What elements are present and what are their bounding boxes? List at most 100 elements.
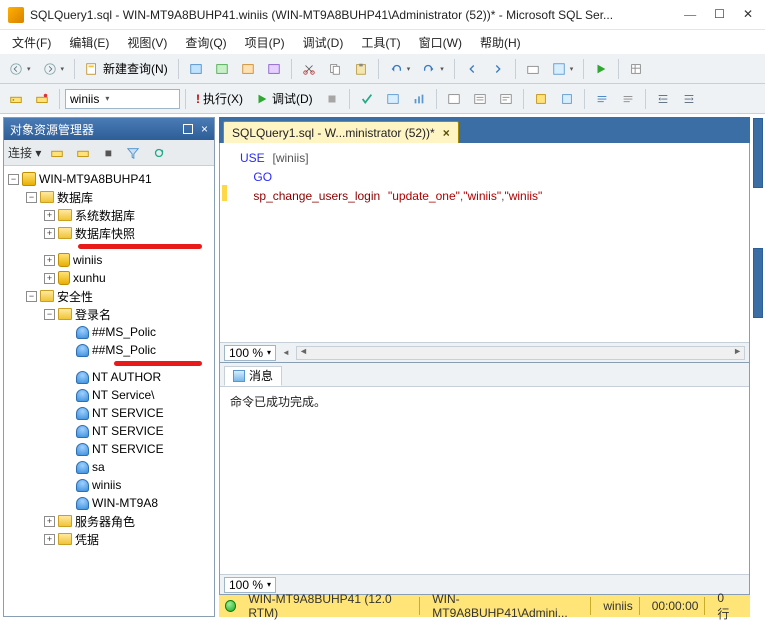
menu-debug[interactable]: 调试(D): [295, 32, 352, 53]
result-message: 命令已成功完成。: [230, 395, 326, 409]
tree-login-item[interactable]: WIN-MT9A8: [62, 494, 212, 512]
redo-button[interactable]: ▾: [417, 58, 449, 80]
messages-body[interactable]: 命令已成功完成。: [220, 387, 749, 574]
menu-query[interactable]: 查询(Q): [177, 32, 234, 53]
tree-credentials[interactable]: +凭据: [44, 530, 212, 548]
tree-login-item[interactable]: NT SERVICE: [62, 440, 212, 458]
results-zoom-bar: 100 %▾: [220, 574, 749, 594]
close-button[interactable]: ✕: [743, 7, 753, 22]
tb2-btn-a[interactable]: [442, 88, 466, 110]
menu-tools[interactable]: 工具(T): [353, 32, 408, 53]
tree-logins[interactable]: −登录名: [44, 305, 212, 323]
splitter-icon[interactable]: ◄: [282, 348, 290, 357]
user-icon: [76, 443, 89, 456]
menu-help[interactable]: 帮助(H): [472, 32, 529, 53]
tree-login-item[interactable]: NT AUTHOR: [62, 368, 212, 386]
tb-btn-2[interactable]: [210, 58, 234, 80]
annotation-redline: [78, 244, 202, 249]
tree-login-item[interactable]: sa: [62, 458, 212, 476]
nav-right-button[interactable]: [486, 58, 510, 80]
oe-refresh-button[interactable]: [147, 142, 171, 164]
minimize-button[interactable]: —: [684, 7, 696, 22]
oe-btn-2[interactable]: [71, 142, 95, 164]
tb-btn-a[interactable]: [521, 58, 545, 80]
tree-login-item[interactable]: winiis: [62, 476, 212, 494]
menu-window[interactable]: 窗口(W): [411, 32, 470, 53]
server-icon: [22, 172, 36, 186]
oe-btn-3[interactable]: ■: [97, 142, 119, 164]
menu-view[interactable]: 视图(V): [119, 32, 175, 53]
connect-button[interactable]: [4, 88, 28, 110]
oe-filter-button[interactable]: [121, 142, 145, 164]
tb-btn-b[interactable]: ▾: [547, 58, 579, 80]
folder-icon: [58, 227, 72, 239]
comment-button[interactable]: [590, 88, 614, 110]
editor-hscroll[interactable]: [296, 346, 745, 360]
tb-btn-1[interactable]: [184, 58, 208, 80]
tree-databases[interactable]: −数据库: [26, 188, 212, 206]
tree-login-item[interactable]: ##MS_Polic: [62, 341, 212, 359]
maximize-button[interactable]: ☐: [714, 7, 725, 22]
cut-button[interactable]: [297, 58, 321, 80]
editor-zoom-select[interactable]: 100 %▾: [224, 345, 276, 361]
tree-sys-db[interactable]: +系统数据库: [44, 206, 212, 224]
tree-login-item[interactable]: NT SERVICE: [62, 404, 212, 422]
panel-close-button[interactable]: ×: [201, 122, 208, 136]
tb-btn-4[interactable]: [262, 58, 286, 80]
collapsed-panel-2[interactable]: [753, 248, 763, 318]
copy-button[interactable]: [323, 58, 347, 80]
change-connection-button[interactable]: [30, 88, 54, 110]
oe-btn-1[interactable]: [45, 142, 69, 164]
uncomment-button[interactable]: [616, 88, 640, 110]
object-explorer-panel: 对象资源管理器 × 连接 ▾ ■ −WIN-MT9A8BUHP41 −数据库: [3, 117, 215, 617]
results-zoom-select[interactable]: 100 %▾: [224, 577, 276, 593]
new-query-button[interactable]: 新建查询(N): [80, 58, 173, 80]
tab-close-button[interactable]: ×: [443, 126, 450, 140]
collapsed-panel-1[interactable]: [753, 118, 763, 188]
forward-button[interactable]: ▾: [38, 58, 70, 80]
tree-server-roles[interactable]: +服务器角色: [44, 512, 212, 530]
pin-icon[interactable]: [183, 124, 193, 134]
menu-file[interactable]: 文件(F): [4, 32, 59, 53]
messages-tab[interactable]: 消息: [224, 366, 282, 386]
run-fast-icon[interactable]: [589, 58, 613, 80]
user-icon: [76, 371, 89, 384]
tb2-btn-b[interactable]: [468, 88, 492, 110]
tb-btn-3[interactable]: [236, 58, 260, 80]
user-icon: [76, 389, 89, 402]
back-button[interactable]: ▾: [4, 58, 36, 80]
tree-db-snapshots[interactable]: +数据库快照: [44, 224, 212, 242]
tree-login-item[interactable]: ##MS_Polic: [62, 323, 212, 341]
paste-button[interactable]: [349, 58, 373, 80]
tb2-btn-d[interactable]: [529, 88, 553, 110]
tree-login-item[interactable]: NT Service\: [62, 386, 212, 404]
tree-server-node[interactable]: −WIN-MT9A8BUHP41: [8, 170, 212, 188]
object-explorer-tree[interactable]: −WIN-MT9A8BUHP41 −数据库 +系统数据库 +数据库快照 +win…: [4, 166, 214, 616]
tree-login-item[interactable]: NT SERVICE: [62, 422, 212, 440]
stats-button[interactable]: [407, 88, 431, 110]
tree-db-winiis[interactable]: +winiis: [44, 251, 212, 269]
indent-button[interactable]: [651, 88, 675, 110]
undo-button[interactable]: ▾: [384, 58, 416, 80]
annotation-redline: [114, 361, 202, 366]
connect-dropdown[interactable]: 连接 ▾: [8, 144, 41, 161]
document-tab[interactable]: SQLQuery1.sql - W...ministrator (52))* ×: [223, 121, 459, 143]
tb-btn-c[interactable]: [624, 58, 648, 80]
execute-button[interactable]: ! 执行(X): [191, 88, 248, 110]
tree-security[interactable]: −安全性: [26, 287, 212, 305]
tb2-btn-c[interactable]: [494, 88, 518, 110]
sql-editor[interactable]: USE [winiis] GO sp_change_users_login "u…: [220, 143, 749, 342]
folder-icon: [58, 515, 72, 527]
tb2-btn-e[interactable]: [555, 88, 579, 110]
menu-project[interactable]: 项目(P): [237, 32, 293, 53]
plan-button[interactable]: [381, 88, 405, 110]
results-pane: 消息 命令已成功完成。 100 %▾: [219, 363, 750, 595]
debug-button[interactable]: 调试(D): [250, 88, 318, 110]
tree-db-xunhu[interactable]: +xunhu: [44, 269, 212, 287]
menu-edit[interactable]: 编辑(E): [61, 32, 117, 53]
database-combo[interactable]: winiis ▾: [65, 89, 180, 109]
outdent-button[interactable]: [677, 88, 701, 110]
stop-button[interactable]: [320, 88, 344, 110]
nav-left-button[interactable]: [460, 58, 484, 80]
parse-button[interactable]: [355, 88, 379, 110]
